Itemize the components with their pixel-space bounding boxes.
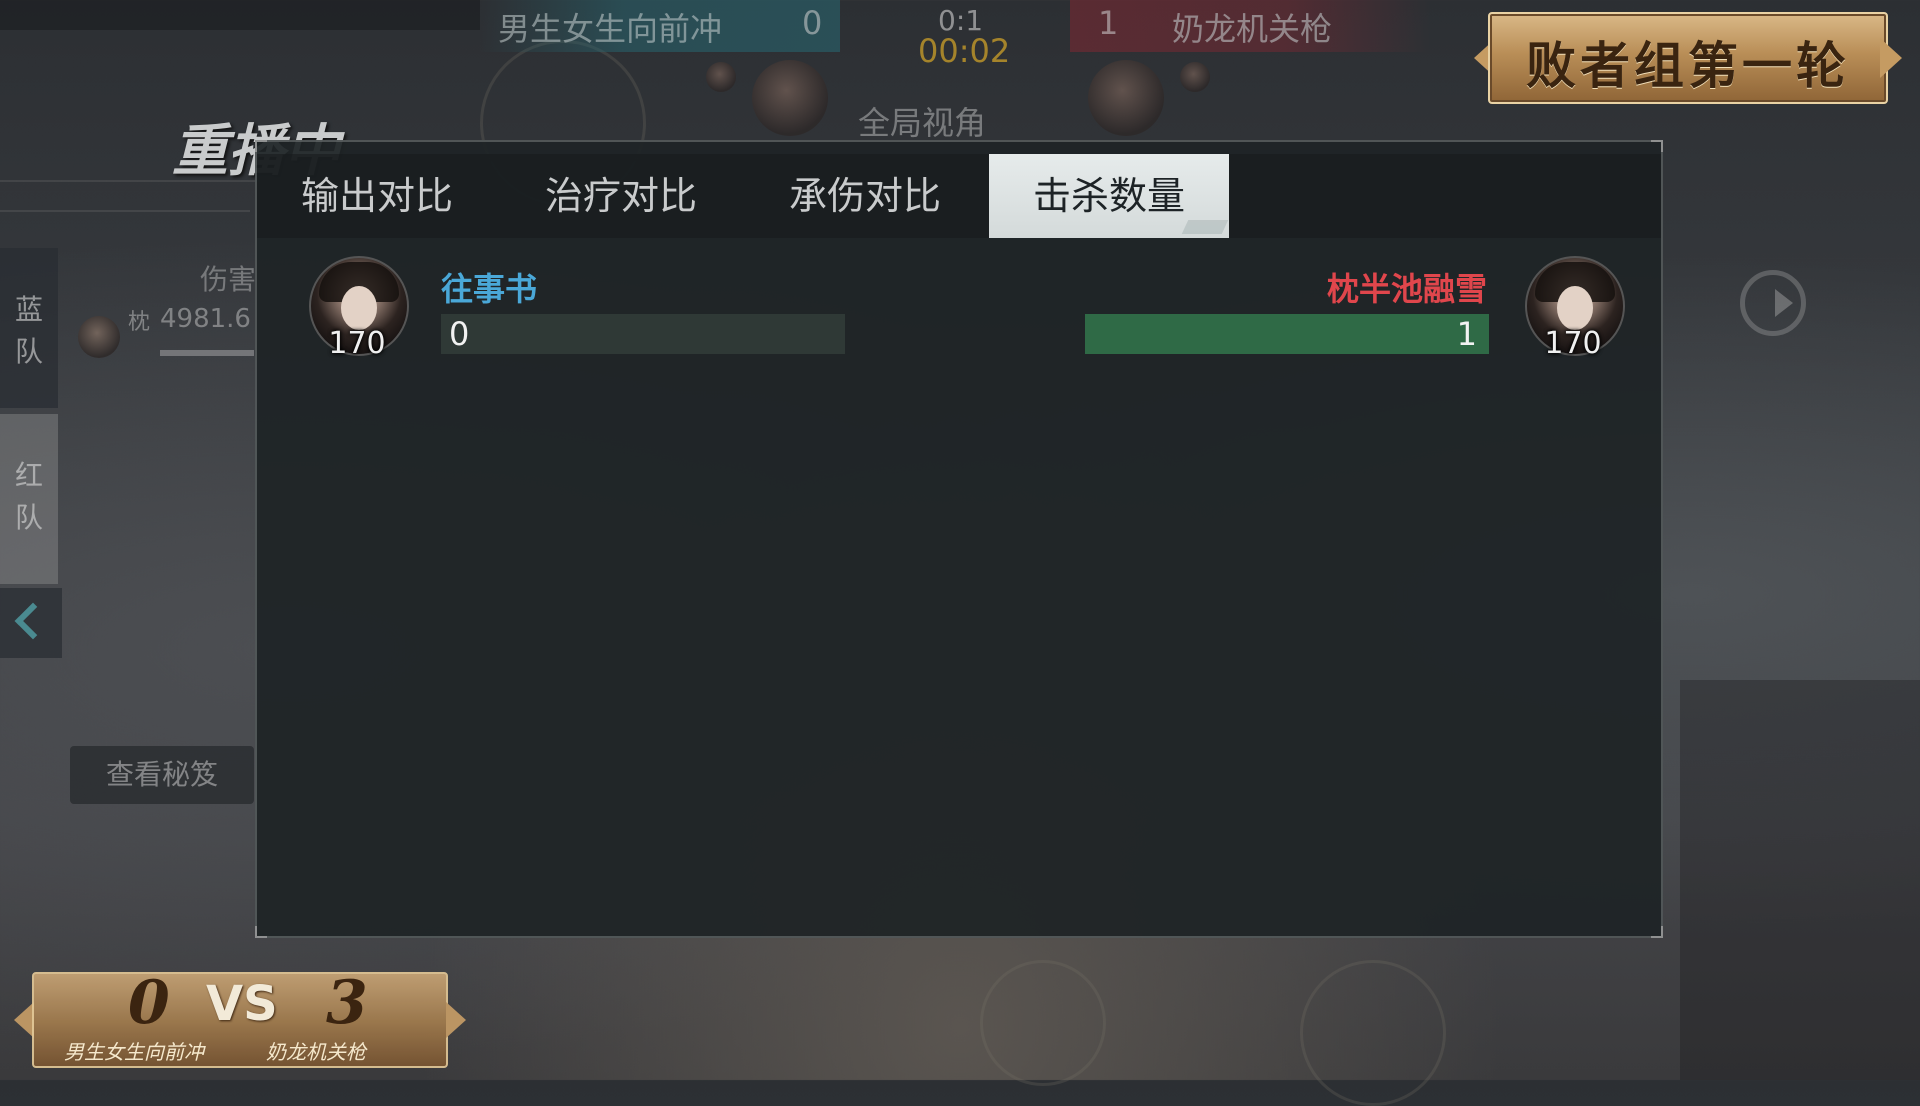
scene-ornament [1300, 960, 1446, 1106]
series-score-right: 3 [326, 968, 368, 1038]
blue-label-2: 队 [14, 335, 43, 368]
left-player-level: 170 [328, 326, 386, 361]
right-player-level: 170 [1544, 326, 1602, 361]
avatar-face [1557, 286, 1593, 330]
avatar [1088, 60, 1164, 136]
top-red-team: 奶龙机关枪 [1172, 10, 1333, 48]
damage-value: 4981.6 [160, 304, 251, 334]
stats-modal: 输出对比 治疗对比 承伤对比 击杀数量 170 往事书 0 枕半池融雪 1 17… [255, 140, 1663, 938]
red-label-1: 红 [14, 459, 43, 492]
series-score-plaque: 0 VS 3 男生女生向前冲 奶龙机关枪 [10, 968, 470, 1068]
series-score-left: 0 [128, 968, 170, 1038]
right-value-bar: 1 [1085, 314, 1489, 354]
top-blue-score: 0 [802, 4, 823, 42]
match-timer: 00:02 [918, 32, 1011, 70]
round-title: 败者组第一轮 [1526, 36, 1850, 95]
plaque-team-right: 奶龙机关枪 [266, 1040, 366, 1064]
plaque-left-arrow-icon [14, 1002, 34, 1038]
scene-ornament [980, 960, 1106, 1086]
global-view-button[interactable]: 全局视角 [858, 98, 986, 144]
damage-bar [160, 350, 254, 356]
tab-damage-taken[interactable]: 承伤对比 [745, 154, 985, 238]
top-red-score: 1 [1098, 4, 1119, 42]
tab-healing[interactable]: 治疗对比 [501, 154, 741, 238]
left-value-bar: 0 [441, 314, 845, 354]
avatar-face [341, 286, 377, 330]
back-arrow-icon [14, 602, 52, 640]
avatar [752, 60, 828, 136]
tab-damage-output[interactable]: 输出对比 [257, 154, 497, 238]
round-banner: 败者组第一轮 [1468, 12, 1908, 104]
damage-tag: 枕 [128, 310, 151, 335]
top-blue-team: 男生女生向前冲 [498, 10, 723, 48]
plaque-team-left: 男生女生向前冲 [64, 1040, 204, 1064]
blue-team-tab[interactable]: 蓝 队 [0, 248, 58, 408]
scene-line [0, 210, 250, 212]
series-vs: VS [206, 976, 278, 1032]
avatar [1180, 62, 1210, 92]
scene-shadow [1680, 680, 1920, 1080]
tab-kills[interactable]: 击杀数量 [989, 154, 1229, 238]
avatar [78, 316, 120, 358]
corner-mark [255, 140, 267, 152]
corner-mark [1651, 140, 1663, 152]
left-player-name: 往事书 [441, 270, 538, 308]
red-team-tab[interactable]: 红 队 [0, 414, 58, 584]
avatar [706, 62, 736, 92]
plaque-right-arrow-icon [446, 1002, 466, 1038]
tab-bar: 输出对比 治疗对比 承伤对比 击杀数量 [257, 154, 1661, 238]
right-player-name: 枕半池融雪 [1326, 270, 1487, 308]
blue-label-1: 蓝 [14, 293, 43, 326]
right-value-fill [1085, 314, 1489, 354]
right-value: 1 [1456, 315, 1477, 353]
corner-mark [1651, 926, 1663, 938]
collapse-button[interactable] [0, 588, 62, 658]
scene-roof [0, 0, 480, 30]
damage-header: 伤害 [200, 263, 257, 296]
exit-icon[interactable] [1740, 270, 1806, 336]
corner-mark [255, 926, 267, 938]
left-value: 0 [449, 315, 470, 353]
view-secrets-button[interactable]: 查看秘笈 [70, 746, 254, 804]
red-label-2: 队 [14, 501, 43, 534]
